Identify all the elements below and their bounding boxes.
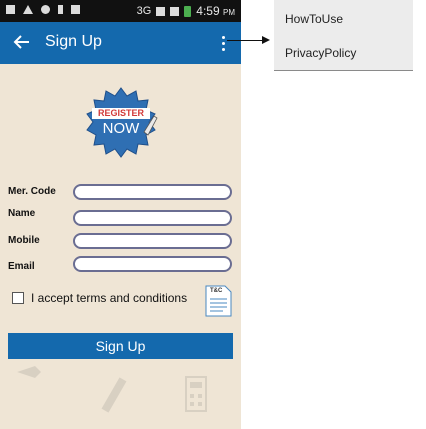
email-label: Email bbox=[8, 261, 35, 272]
signal-icon bbox=[156, 6, 166, 16]
email-field[interactable] bbox=[73, 256, 232, 272]
mer-code-field[interactable] bbox=[73, 184, 232, 200]
register-now-badge: REGISTER NOW bbox=[84, 86, 158, 160]
mobile-label: Mobile bbox=[8, 235, 40, 246]
terms-label[interactable]: I accept terms and conditions bbox=[31, 291, 187, 305]
network-type: 3G bbox=[136, 5, 152, 17]
usb-icon bbox=[58, 5, 63, 14]
battery-icon bbox=[184, 5, 192, 17]
sim-icon bbox=[170, 6, 180, 16]
warning-icon bbox=[23, 5, 33, 14]
shield-icon bbox=[41, 5, 50, 14]
badge-text-register: REGISTER bbox=[92, 108, 150, 119]
notification-icons bbox=[6, 5, 80, 14]
clock: 4:59 PM bbox=[196, 4, 235, 18]
badge-text-now: NOW bbox=[102, 120, 140, 137]
barcode-icon bbox=[71, 5, 80, 14]
phone-screen: 3G 4:59 PM Sign Up REGISTER NOW Mer. Cod… bbox=[0, 0, 241, 429]
system-icons: 3G 4:59 PM bbox=[137, 4, 235, 18]
screenshot-icon bbox=[6, 5, 15, 14]
overflow-menu-icon[interactable] bbox=[216, 31, 230, 55]
background-ruler-icon bbox=[101, 377, 127, 413]
terms-row: I accept terms and conditions bbox=[12, 291, 187, 305]
background-calculator-icon bbox=[185, 376, 207, 412]
name-field[interactable] bbox=[73, 210, 232, 226]
clock-time: 4:59 bbox=[196, 4, 220, 18]
menu-item-privacy-policy[interactable]: PrivacyPolicy bbox=[285, 46, 356, 60]
callout-arrow bbox=[227, 40, 264, 41]
sign-up-button[interactable]: Sign Up bbox=[8, 333, 233, 359]
status-bar: 3G 4:59 PM bbox=[0, 0, 241, 22]
back-arrow-icon[interactable] bbox=[12, 32, 32, 52]
overflow-menu: HowToUse PrivacyPolicy bbox=[274, 0, 413, 71]
clock-ampm: PM bbox=[223, 8, 235, 17]
terms-document-label: T&C bbox=[210, 288, 223, 294]
background-tool-icon bbox=[17, 366, 41, 378]
terms-document-icon[interactable]: T&C bbox=[205, 285, 232, 317]
callout-arrow-head bbox=[262, 36, 270, 44]
page-title: Sign Up bbox=[45, 33, 102, 50]
terms-checkbox[interactable] bbox=[12, 292, 24, 304]
menu-item-how-to-use[interactable]: HowToUse bbox=[285, 12, 343, 26]
app-bar: Sign Up bbox=[0, 22, 241, 64]
mobile-field[interactable] bbox=[73, 233, 232, 249]
mer-code-label: Mer. Code bbox=[8, 186, 56, 197]
name-label: Name bbox=[8, 208, 36, 219]
